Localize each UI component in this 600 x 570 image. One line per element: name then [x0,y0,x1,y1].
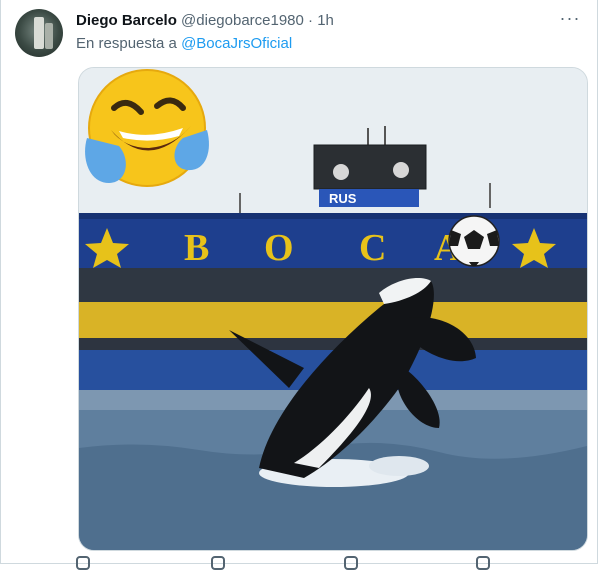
stadium-letter-o: O [264,227,294,269]
stadium-letter-c: C [359,227,386,269]
avatar[interactable] [15,9,63,57]
meme-image: RUS B O C A [79,68,587,550]
soccer-ball-icon [448,215,500,267]
author-name[interactable]: Diego Barcelo [76,12,177,29]
author-handle[interactable]: @diegobarce1980 [181,12,304,29]
tweet-image[interactable]: RUS B O C A [78,67,588,551]
reply-prefix: En respuesta a [76,35,177,52]
more-options-icon[interactable]: ··· [557,9,583,31]
action-bar [76,556,586,570]
like-icon[interactable] [344,556,358,570]
tweet-header: Diego Barcelo @diegobarce1980 · 1h [76,11,577,31]
timestamp[interactable]: 1h [317,12,334,29]
separator-dot: · [308,12,314,29]
scoreboard-text: RUS [329,191,357,206]
reply-context: En respuesta a @BocaJrsOficial [76,34,292,54]
tweet-card[interactable]: Diego Barcelo @diegobarce1980 · 1h ··· E… [0,0,598,570]
stadium-letter-b: B [184,227,209,269]
retweet-icon[interactable] [211,556,225,570]
scoreboard: RUS [313,144,427,207]
reply-icon[interactable] [76,556,90,570]
reply-mention-link[interactable]: @BocaJrsOficial [181,35,292,52]
share-icon[interactable] [476,556,490,570]
